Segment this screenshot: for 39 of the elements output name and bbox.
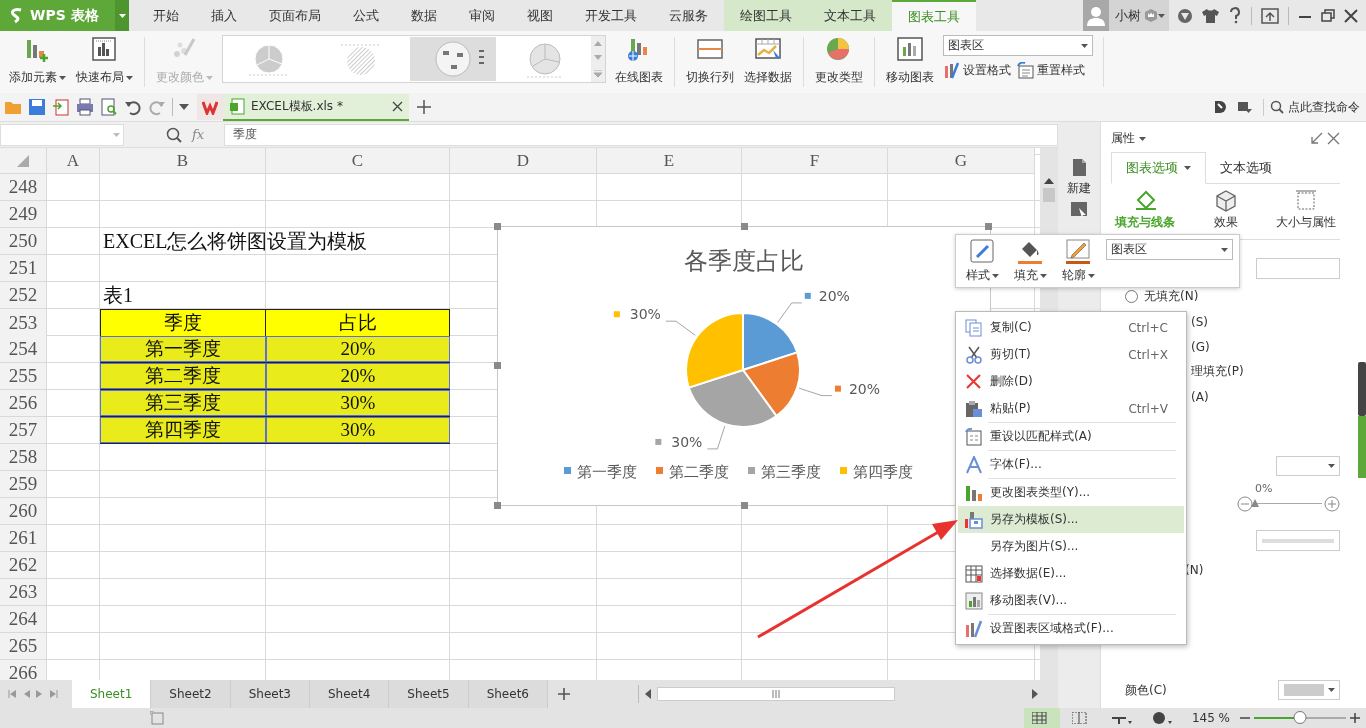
option-label: (A) — [1191, 389, 1209, 404]
data-label: 30% — [629, 306, 661, 323]
data-label: 30% — [671, 433, 703, 450]
legend-label: 第一季度 — [577, 463, 637, 481]
legend-item: 第四季度 — [840, 463, 913, 481]
legend-item: 第一季度 — [564, 463, 637, 481]
data-label: 20% — [848, 380, 881, 397]
table-cell: 占比 — [266, 309, 450, 337]
sheet-text: 表1 — [103, 283, 133, 308]
legend-label: 第四季度 — [853, 463, 913, 481]
shortcut-text: Ctrl+C — [1128, 320, 1168, 335]
legend-item: 第三季度 — [748, 463, 821, 481]
slider-reading: 0% — [1255, 482, 1273, 495]
legend-item: 第二季度 — [656, 463, 729, 481]
option-label: (S) — [1191, 314, 1208, 329]
table-cell: 第三季度 — [100, 390, 266, 417]
table-cell: 20% — [266, 363, 450, 390]
table-cell: 季度 — [100, 309, 266, 337]
legend-label: 第二季度 — [669, 463, 729, 481]
sheet-text: EXCEL怎么将饼图设置为模板 — [103, 229, 368, 254]
table-cell: 20% — [266, 336, 450, 363]
data-label: 30% — [613, 306, 661, 323]
table-cell: 30% — [266, 417, 450, 444]
shortcut-text: Ctrl+V — [1128, 401, 1168, 416]
table-cell: 第二季度 — [100, 363, 266, 390]
table-cell: 30% — [266, 390, 450, 417]
shortcut-text: Ctrl+X — [1128, 347, 1168, 362]
zoom-reading: 145 % — [1191, 711, 1230, 725]
data-label: 20% — [804, 287, 850, 304]
table-cell: 第四季度 — [100, 417, 266, 444]
data-label: 30% — [655, 433, 703, 450]
data-label: 20% — [834, 380, 881, 397]
option-label: 理填充(P) — [1191, 363, 1244, 380]
option-label: 颜色(C) — [1125, 681, 1167, 699]
legend-label: 第三季度 — [761, 463, 821, 481]
chart-title: 各季度占比 — [684, 247, 804, 275]
data-label: 20% — [818, 287, 850, 304]
table-cell: 第一季度 — [100, 336, 266, 363]
option-label: (G) — [1191, 339, 1210, 354]
